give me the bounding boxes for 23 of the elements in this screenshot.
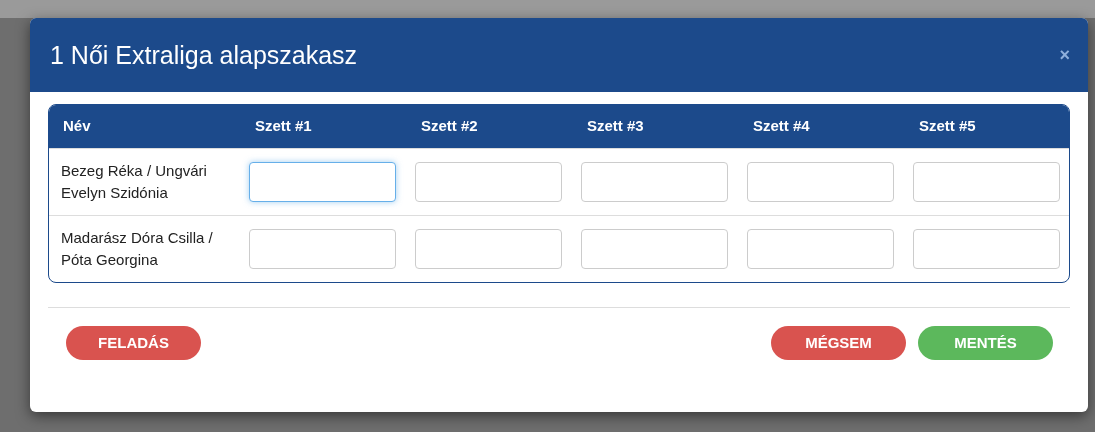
- close-button[interactable]: ×: [1059, 46, 1070, 64]
- column-header: Szett #1: [254, 116, 313, 137]
- modal-title: 1 Női Extraliga alapszakasz: [50, 40, 358, 70]
- column-header: Szett #4: [752, 116, 811, 137]
- column-header: Szett #5: [918, 116, 977, 137]
- column-header: Szett #3: [586, 116, 645, 137]
- set-score-field[interactable]: [415, 162, 562, 202]
- player-names: Bezeg Réka / Ungvári Evelyn Szidónia: [60, 160, 208, 203]
- column-header: Név: [62, 116, 92, 137]
- set-score-field[interactable]: [747, 162, 894, 202]
- set-score-field[interactable]: [249, 229, 396, 269]
- set-score-field[interactable]: [249, 162, 396, 202]
- set-score-field[interactable]: [913, 229, 1060, 269]
- save-button[interactable]: MENTÉS: [918, 326, 1053, 360]
- column-header: Szett #2: [420, 116, 479, 137]
- set-score-field[interactable]: [415, 229, 562, 269]
- action-button[interactable]: FELADÁS: [66, 326, 201, 360]
- set-score-field[interactable]: [581, 162, 728, 202]
- player-names: Madarász Dóra Csilla / Póta Georgina: [60, 227, 214, 270]
- set-score-field[interactable]: [581, 229, 728, 269]
- action-button[interactable]: MÉGSEM: [771, 326, 906, 360]
- set-score-field[interactable]: [913, 162, 1060, 202]
- set-score-field[interactable]: [747, 229, 894, 269]
